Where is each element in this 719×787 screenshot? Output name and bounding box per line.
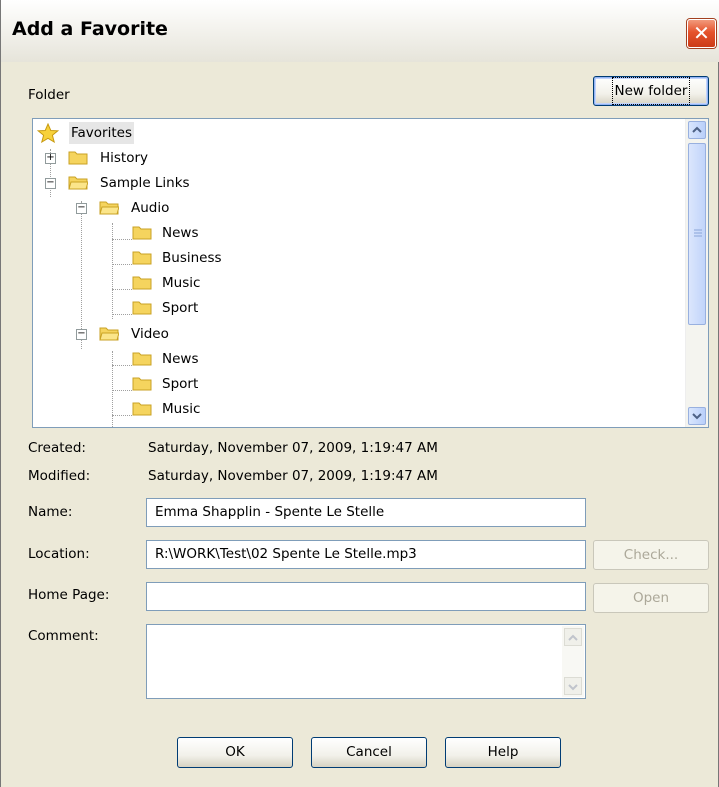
- new-folder-button[interactable]: New folder: [593, 76, 709, 106]
- close-icon[interactable]: ✕: [687, 19, 716, 48]
- name-label: Name:: [28, 504, 73, 520]
- scroll-down-icon[interactable]: [564, 677, 582, 695]
- add-favorite-dialog: Add a Favorite ✕ Folder New folder Favor…: [0, 0, 719, 787]
- tree-item-label: News: [162, 225, 199, 241]
- tree-item-label: Music: [162, 275, 201, 291]
- tree-item-label: Sport: [162, 300, 199, 316]
- comment-field[interactable]: [146, 624, 586, 699]
- tree-item-label: Sample Links: [100, 175, 190, 191]
- folder-label: Folder: [28, 87, 70, 103]
- collapse-minus-icon[interactable]: −: [45, 178, 56, 189]
- tree-line: [112, 239, 132, 240]
- homepage-label: Home Page:: [28, 587, 110, 603]
- name-field[interactable]: Emma Shapplin - Spente Le Stelle: [146, 498, 586, 527]
- check-button[interactable]: Check...: [593, 540, 709, 570]
- tree-item-label: Favorites: [69, 122, 134, 144]
- tree-line: [81, 201, 82, 349]
- expand-plus-icon[interactable]: +: [45, 153, 56, 164]
- tree-line: [112, 223, 113, 319]
- tree-line: [112, 365, 132, 366]
- homepage-field[interactable]: [146, 582, 586, 611]
- collapse-minus-icon[interactable]: −: [76, 329, 87, 340]
- created-label: Created:: [28, 440, 86, 456]
- new-folder-button-label: New folder: [611, 77, 691, 105]
- folder-icon: [132, 251, 152, 265]
- star-icon: [37, 123, 59, 143]
- tree-line: [112, 415, 132, 416]
- modified-value: Saturday, November 07, 2009, 1:19:47 AM: [148, 468, 438, 484]
- open-button[interactable]: Open: [593, 583, 709, 613]
- tree-item-label: Business: [162, 250, 222, 266]
- scroll-up-icon[interactable]: [688, 121, 706, 139]
- tree-item-label: Music: [162, 401, 201, 417]
- comment-label: Comment:: [28, 628, 99, 644]
- folder-icon: [132, 301, 152, 315]
- scroll-up-icon[interactable]: [564, 628, 582, 646]
- folder-icon: [68, 151, 88, 165]
- tree-item-label: Audio: [131, 200, 170, 216]
- tree-line: [112, 390, 132, 391]
- modified-label: Modified:: [28, 468, 91, 484]
- tree-scrollbar[interactable]: [685, 119, 708, 427]
- cancel-button[interactable]: Cancel: [311, 737, 427, 768]
- created-value: Saturday, November 07, 2009, 1:19:47 AM: [148, 440, 438, 456]
- comment-scrollbar[interactable]: [562, 626, 584, 697]
- tree-item-label: News: [162, 351, 199, 367]
- folder-icon: [132, 402, 152, 416]
- open-folder-icon: [99, 201, 119, 215]
- location-label: Location:: [28, 546, 90, 562]
- tree-item-label: Sport: [162, 376, 199, 392]
- dialog-title: Add a Favorite: [12, 18, 168, 40]
- location-field[interactable]: R:\WORK\Test\02 Spente Le Stelle.mp3: [146, 540, 586, 569]
- tree-item-label: Video: [131, 326, 169, 342]
- dialog-body: Folder New folder Favorites + History − …: [1, 62, 718, 787]
- scroll-down-icon[interactable]: [688, 407, 706, 425]
- tree-line: [112, 264, 132, 265]
- ok-button[interactable]: OK: [177, 737, 293, 768]
- tree-line: [112, 289, 132, 290]
- folder-icon: [132, 226, 152, 240]
- folder-icon: [132, 352, 152, 366]
- scroll-thumb[interactable]: [688, 143, 706, 325]
- folder-tree[interactable]: Favorites + History − Sample Links − Aud…: [32, 118, 709, 428]
- tree-line: [112, 314, 132, 315]
- tree-item-label: History: [100, 150, 149, 166]
- help-button[interactable]: Help: [445, 737, 561, 768]
- open-folder-icon: [99, 327, 119, 341]
- folder-icon: [132, 276, 152, 290]
- folder-icon: [132, 377, 152, 391]
- open-folder-icon: [68, 176, 88, 190]
- title-bar[interactable]: Add a Favorite ✕: [1, 0, 719, 62]
- collapse-minus-icon[interactable]: −: [76, 203, 87, 214]
